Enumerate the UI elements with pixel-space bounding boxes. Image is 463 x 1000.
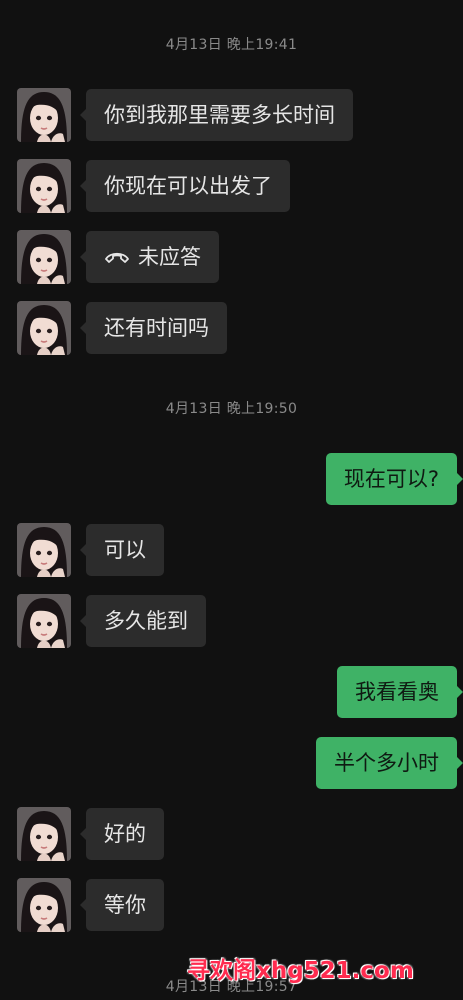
contact-avatar[interactable] bbox=[17, 878, 71, 932]
missed-call-label: 未应答 bbox=[138, 245, 201, 269]
message-row: 多久能到 bbox=[0, 593, 463, 649]
incoming-message-bubble[interactable]: 好的 bbox=[80, 808, 164, 860]
avatar-image bbox=[17, 230, 71, 284]
message-row: 我看看奥 bbox=[0, 664, 463, 720]
message-row: 你现在可以出发了 bbox=[0, 158, 463, 214]
contact-avatar[interactable] bbox=[17, 88, 71, 142]
incoming-message-bubble[interactable]: 等你 bbox=[80, 879, 164, 931]
timestamp: 4月13日 晚上19:50 bbox=[165, 401, 298, 417]
message-row: 现在可以? bbox=[0, 451, 463, 507]
avatar-image bbox=[17, 807, 71, 861]
message-row: 还有时间吗 bbox=[0, 300, 463, 356]
outgoing-message-bubble[interactable]: 半个多小时 bbox=[316, 737, 463, 789]
missed-call-bubble[interactable]: 未应答 bbox=[80, 231, 219, 283]
contact-avatar[interactable] bbox=[17, 594, 71, 648]
avatar-image bbox=[17, 159, 71, 213]
timestamp: 4月13日 晚上19:41 bbox=[165, 37, 298, 53]
outgoing-message-bubble[interactable]: 我看看奥 bbox=[337, 666, 463, 718]
incoming-message-bubble[interactable]: 你现在可以出发了 bbox=[80, 160, 290, 212]
missed-call-icon bbox=[105, 252, 129, 263]
avatar-image bbox=[17, 88, 71, 142]
message-row: 等你 bbox=[0, 877, 463, 933]
incoming-message-bubble[interactable]: 可以 bbox=[80, 524, 164, 576]
contact-avatar[interactable] bbox=[17, 807, 71, 861]
contact-avatar[interactable] bbox=[17, 230, 71, 284]
avatar-image bbox=[17, 878, 71, 932]
outgoing-message-bubble[interactable]: 现在可以? bbox=[325, 453, 463, 505]
message-row: 半个多小时 bbox=[0, 735, 463, 791]
message-row: 未应答 bbox=[0, 229, 463, 285]
avatar-image bbox=[17, 523, 71, 577]
avatar-image bbox=[17, 594, 71, 648]
incoming-message-bubble[interactable]: 多久能到 bbox=[80, 595, 206, 647]
contact-avatar[interactable] bbox=[17, 523, 71, 577]
contact-avatar[interactable] bbox=[17, 301, 71, 355]
message-row: 可以 bbox=[0, 522, 463, 578]
message-row: 你到我那里需要多长时间 bbox=[0, 87, 463, 143]
site-watermark: 寻欢阁xhg521.com bbox=[187, 958, 414, 984]
contact-avatar[interactable] bbox=[17, 159, 71, 213]
avatar-image bbox=[17, 301, 71, 355]
incoming-message-bubble[interactable]: 你到我那里需要多长时间 bbox=[80, 89, 353, 141]
message-row: 好的 bbox=[0, 806, 463, 862]
incoming-message-bubble[interactable]: 还有时间吗 bbox=[80, 302, 227, 354]
